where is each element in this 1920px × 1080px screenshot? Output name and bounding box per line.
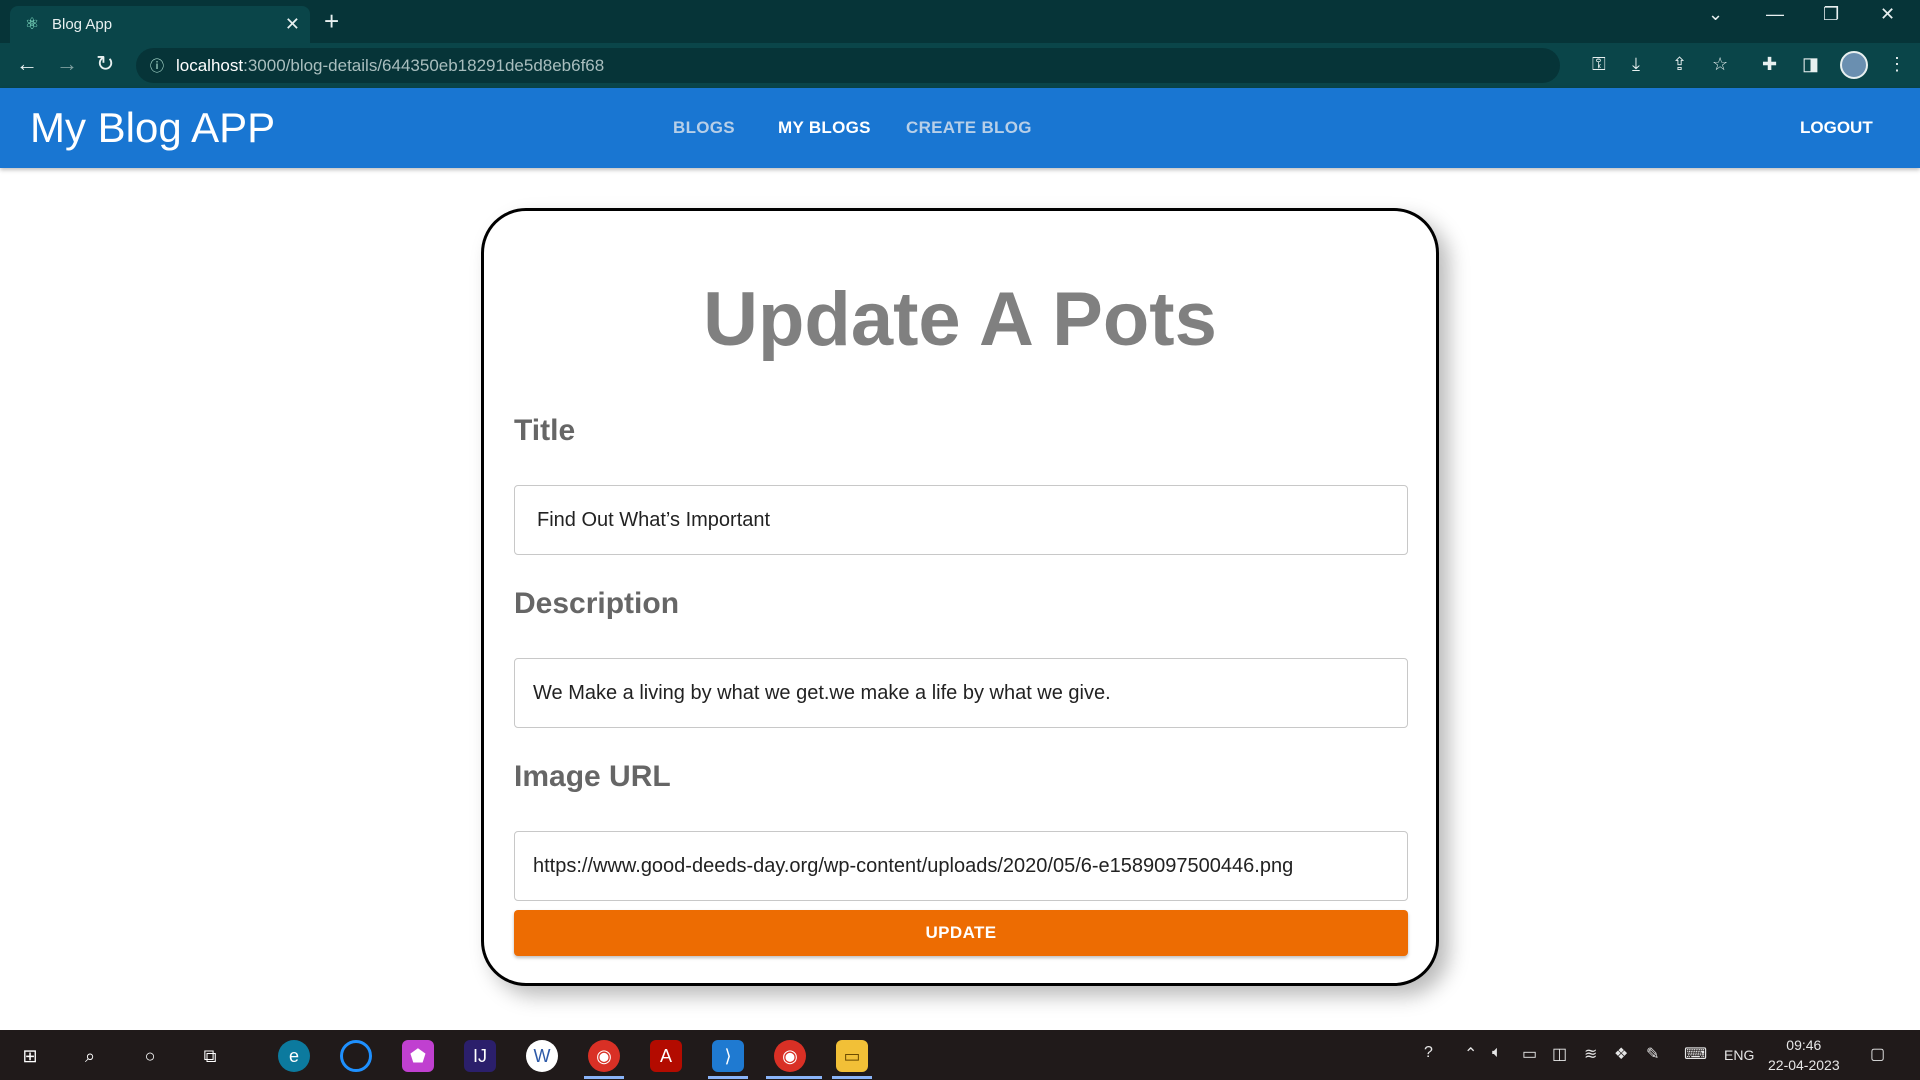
restore-icon[interactable]: ❐ [1823,4,1839,25]
search-icon[interactable]: ⌕ [74,1040,106,1072]
edge-icon[interactable]: e [278,1040,310,1072]
language-indicator[interactable]: ENG [1724,1047,1754,1063]
volume-icon[interactable]: 🔈︎ [1492,1044,1502,1062]
new-tab-icon[interactable]: + [324,6,339,37]
url-path: :3000/blog-details/644350eb18291de5d8eb6… [243,55,605,75]
url-host: localhost [176,55,244,75]
camera-icon[interactable]: ◫ [1552,1044,1567,1064]
tab-search-icon[interactable]: ⌄ [1708,4,1723,25]
chrome-running-indicator [584,1076,624,1079]
image-url-label: Image URL [514,760,671,793]
nav-blogs[interactable]: BLOGS [673,118,735,138]
share-icon[interactable]: ⇪ [1672,54,1687,75]
help-icon[interactable]: ? [1424,1044,1433,1062]
site-info-icon[interactable]: ⓘ [150,56,164,76]
react-icon: ⚛ [24,15,40,33]
acrobat-icon[interactable]: A [650,1040,682,1072]
logout-button[interactable]: LOGOUT [1800,118,1873,138]
vscode-running-indicator [708,1076,748,1079]
clock-date: 22-04-2023 [1768,1057,1840,1073]
description-input[interactable]: We Make a living by what we get.we make … [514,658,1408,728]
bookmark-star-icon[interactable]: ☆ [1712,54,1728,75]
clock-time: 09:46 [1786,1037,1822,1053]
chrome-active-indicator [766,1076,822,1079]
back-icon[interactable]: ← [16,51,38,77]
vscode-icon[interactable]: ⟩ [712,1040,744,1072]
forward-icon[interactable]: → [56,51,78,77]
title-input[interactable]: Find Out What’s Important [514,485,1408,555]
word-icon[interactable]: W [526,1040,558,1072]
close-window-icon[interactable]: ✕ [1880,4,1895,25]
system-clock[interactable]: 09:46 22-04-2023 [1768,1035,1840,1075]
browser-toolbar: ← → ↻ ⓘ localhost :3000/blog-details/644… [0,43,1920,88]
profile-avatar[interactable] [1840,51,1868,79]
dropbox-icon[interactable]: ❖ [1614,1044,1628,1064]
pentagon-app-icon[interactable]: ⬟ [402,1040,434,1072]
page-title: Update A Pots [703,277,1217,362]
explorer-running-indicator [832,1076,872,1079]
chrome-active-icon[interactable]: ◉ [774,1040,806,1072]
chevron-up-icon[interactable]: ⌃ [1464,1044,1477,1064]
key-icon[interactable]: ⚿ [1592,54,1606,75]
update-form-card: Update A Pots Title Find Out What’s Impo… [481,208,1439,986]
extensions-icon[interactable]: ✚ [1762,54,1777,75]
chrome-icon[interactable]: ◉ [588,1040,620,1072]
cortana-icon[interactable]: ○ [134,1040,166,1072]
nav-create-blog[interactable]: CREATE BLOG [906,118,1032,138]
title-label: Title [514,414,576,447]
os-taskbar: ⊞ ⌕ ○ ⧉ e ⬟ IJ W ◉ A ⟩ ◉ ▭ ? ⌃ 🔈︎ ▭ ◫ ≋ … [0,1030,1920,1080]
battery-icon[interactable]: ▭ [1522,1044,1537,1064]
browser-tabstrip: ⚛ Blog App ✕ + ⌄ — ❐ ✕ [0,0,1920,43]
task-view-icon[interactable]: ⧉ [194,1040,226,1072]
description-label: Description [514,587,680,620]
reload-icon[interactable]: ↻ [96,51,114,77]
side-panel-icon[interactable]: ◨ [1802,54,1819,75]
file-explorer-icon[interactable]: ▭ [836,1040,868,1072]
browser-tab[interactable]: ⚛ Blog App ✕ [10,6,310,43]
address-bar[interactable]: ⓘ localhost :3000/blog-details/644350eb1… [136,48,1560,83]
app-header: My Blog APP BLOGS MY BLOGS CREATE BLOG L… [0,88,1920,168]
image-url-input[interactable]: https://www.good-deeds-day.org/wp-conten… [514,831,1408,901]
close-tab-icon[interactable]: ✕ [285,14,300,35]
tab-title: Blog App [52,16,113,33]
update-button[interactable]: UPDATE [514,910,1408,956]
keyboard-icon[interactable]: ⌨ [1684,1044,1707,1064]
pen-icon[interactable]: ✎ [1646,1044,1659,1064]
brand-title: My Blog APP [30,104,276,151]
notification-icon[interactable]: ▢ [1870,1044,1885,1064]
circle-app-icon[interactable] [340,1040,372,1072]
windows-start-icon[interactable]: ⊞ [14,1040,46,1072]
nav-my-blogs[interactable]: MY BLOGS [778,118,871,138]
wifi-icon[interactable]: ≋ [1584,1044,1597,1064]
minimize-icon[interactable]: — [1766,4,1784,25]
intellij-icon[interactable]: IJ [464,1040,496,1072]
install-icon[interactable]: ⤓ [1632,54,1640,75]
menu-kebab-icon[interactable]: ⋮ [1888,54,1906,75]
